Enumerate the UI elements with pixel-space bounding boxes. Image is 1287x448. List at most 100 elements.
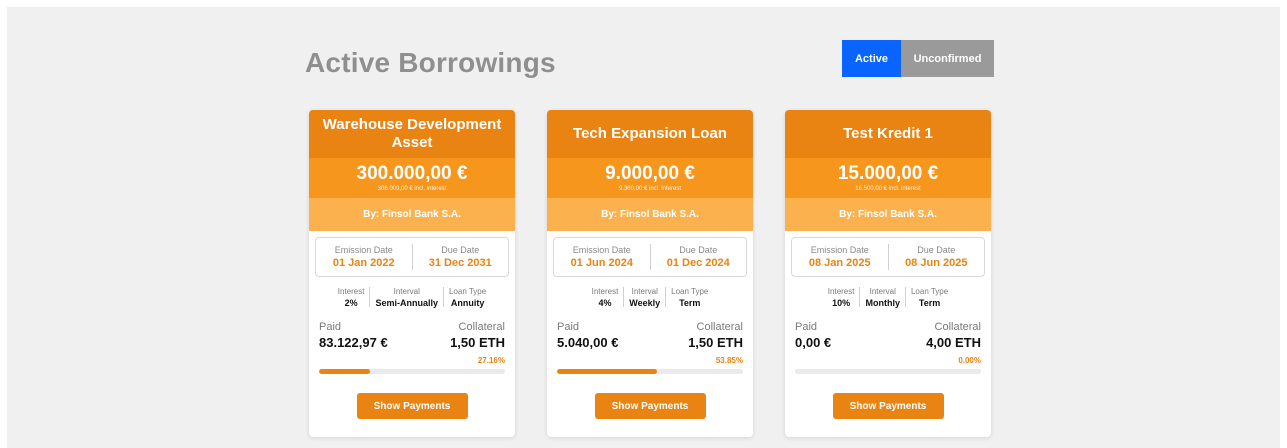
progress-percent: 27.16% <box>477 356 505 365</box>
due-date-block: Due Date 01 Dec 2024 <box>651 244 747 271</box>
card-title: Warehouse Development Asset <box>309 110 515 158</box>
interest-label: Interest <box>827 286 855 296</box>
loan-amount: 9.000,00 € <box>605 163 695 184</box>
paid-value: 83.122,97 € <box>319 335 388 350</box>
collateral-value: 4,00 ETH <box>926 335 981 350</box>
lender-name: By: Finsol Bank S.A. <box>309 198 515 231</box>
borrowing-card: Tech Expansion Loan 9.000,00 € 9.360,00 … <box>547 110 753 437</box>
progress-fill <box>557 369 658 374</box>
progress-fill <box>319 369 370 374</box>
paid-value: 0,00 € <box>795 335 832 350</box>
progress-bar <box>795 369 981 374</box>
emission-date-label: Emission Date <box>334 244 393 255</box>
status-toggle: Active Unconfirmed <box>842 40 994 77</box>
card-amount-section: 9.000,00 € 9.360,00 € incl. interest <box>547 158 753 198</box>
show-payments-button[interactable]: Show Payments <box>594 393 706 419</box>
due-date-label: Due Date <box>441 244 480 255</box>
collateral-value: 1,50 ETH <box>450 335 505 350</box>
progress-bar <box>557 369 743 374</box>
progress-percent: 0.00% <box>958 356 981 365</box>
card-title: Tech Expansion Loan <box>547 110 753 158</box>
due-date-label: Due Date <box>679 244 718 255</box>
terms-row: Interest 2% Interval Semi-Annually Loan … <box>309 284 515 310</box>
due-date-value: 08 Jun 2025 <box>905 256 968 269</box>
interest-block: Interest 4% <box>587 286 624 309</box>
loan-type-block: Loan Type Term <box>906 286 953 309</box>
unconfirmed-toggle-button[interactable]: Unconfirmed <box>901 40 994 77</box>
lender-name: By: Finsol Bank S.A. <box>547 198 753 231</box>
collateral-label: Collateral <box>696 321 743 333</box>
interest-value: 2% <box>344 297 358 308</box>
loan-type-block: Loan Type Term <box>666 286 713 309</box>
emission-date-label: Emission Date <box>572 244 631 255</box>
interest-value: 10% <box>832 297 851 308</box>
lender-name: By: Finsol Bank S.A. <box>785 198 991 231</box>
show-payments-button[interactable]: Show Payments <box>832 393 944 419</box>
card-amount-section: 15.000,00 € 16.500,00 € incl. interest <box>785 158 991 198</box>
due-date-block: Due Date 08 Jun 2025 <box>889 244 985 271</box>
due-date-value: 01 Dec 2024 <box>666 256 730 269</box>
dates-box: Emission Date 01 Jun 2024 Due Date 01 De… <box>553 237 747 277</box>
emission-date-value: 01 Jan 2022 <box>332 256 395 269</box>
card-amount-section: 300.000,00 € 306.000,00 € incl. interest <box>309 158 515 198</box>
due-date-block: Due Date 31 Dec 2031 <box>413 244 509 271</box>
interval-label: Interval <box>631 286 658 296</box>
due-date-label: Due Date <box>917 244 956 255</box>
collateral-label: Collateral <box>458 321 505 333</box>
due-date-value: 31 Dec 2031 <box>428 256 492 269</box>
interest-block: Interest 10% <box>823 286 860 309</box>
loan-type-value: Term <box>679 297 701 308</box>
interval-block: Interval Monthly <box>860 286 905 309</box>
loan-type-label: Loan Type <box>671 286 709 296</box>
collateral-block: Collateral 1,50 ETH <box>688 320 743 351</box>
main-panel: Active Borrowings Active Unconfirmed War… <box>7 7 1280 448</box>
emission-date-label: Emission Date <box>810 244 869 255</box>
show-payments-button[interactable]: Show Payments <box>356 393 468 419</box>
dates-box: Emission Date 08 Jan 2025 Due Date 08 Ju… <box>791 237 985 277</box>
loan-type-block: Loan Type Annuity <box>444 286 491 309</box>
card-title: Test Kredit 1 <box>785 110 991 158</box>
paid-block: Paid 0,00 € <box>795 320 831 351</box>
loan-type-label: Loan Type <box>448 286 487 296</box>
interest-block: Interest 2% <box>333 286 370 309</box>
interval-label: Interval <box>393 286 420 296</box>
interval-value: Semi-Annually <box>375 297 438 308</box>
emission-date-value: 08 Jan 2025 <box>808 256 871 269</box>
emission-date-block: Emission Date 08 Jan 2025 <box>792 244 888 271</box>
paid-collateral-row: Paid 83.122,97 € Collateral 1,50 ETH <box>309 320 515 351</box>
interval-value: Weekly <box>629 297 661 308</box>
interval-label: Interval <box>869 286 896 296</box>
collateral-label: Collateral <box>934 321 981 333</box>
paid-block: Paid 5.040,00 € <box>557 320 618 351</box>
emission-date-value: 01 Jun 2024 <box>570 256 633 269</box>
collateral-value: 1,50 ETH <box>688 335 743 350</box>
interval-value: Monthly <box>865 297 900 308</box>
paid-label: Paid <box>557 321 580 333</box>
progress-percent: 53.85% <box>715 356 743 365</box>
borrowing-card: Warehouse Development Asset 300.000,00 €… <box>309 110 515 437</box>
paid-label: Paid <box>795 321 818 333</box>
collateral-block: Collateral 4,00 ETH <box>926 320 981 351</box>
active-toggle-button[interactable]: Active <box>842 40 901 77</box>
loan-amount: 15.000,00 € <box>837 163 939 184</box>
paid-collateral-row: Paid 5.040,00 € Collateral 1,50 ETH <box>547 320 753 351</box>
terms-row: Interest 4% Interval Weekly Loan Type Te… <box>547 284 753 310</box>
interval-block: Interval Weekly <box>624 286 665 309</box>
amount-incl-interest: 16.500,00 € incl. interest <box>855 186 921 192</box>
collateral-block: Collateral 1,50 ETH <box>450 320 505 351</box>
loan-type-value: Annuity <box>450 297 485 308</box>
loan-type-value: Term <box>918 297 941 308</box>
interval-block: Interval Semi-Annually <box>370 286 443 309</box>
emission-date-block: Emission Date 01 Jan 2022 <box>316 244 412 271</box>
interest-value: 4% <box>598 297 612 308</box>
loan-amount: 300.000,00 € <box>356 163 468 184</box>
amount-incl-interest: 306.000,00 € incl. interest <box>377 186 447 192</box>
terms-row: Interest 10% Interval Monthly Loan Type … <box>785 284 991 310</box>
interest-label: Interest <box>337 286 365 296</box>
borrowing-card: Test Kredit 1 15.000,00 € 16.500,00 € in… <box>785 110 991 437</box>
loan-type-label: Loan Type <box>910 286 949 296</box>
emission-date-block: Emission Date 01 Jun 2024 <box>554 244 650 271</box>
paid-collateral-row: Paid 0,00 € Collateral 4,00 ETH <box>785 320 991 351</box>
progress-bar <box>319 369 505 374</box>
paid-block: Paid 83.122,97 € <box>319 320 388 351</box>
